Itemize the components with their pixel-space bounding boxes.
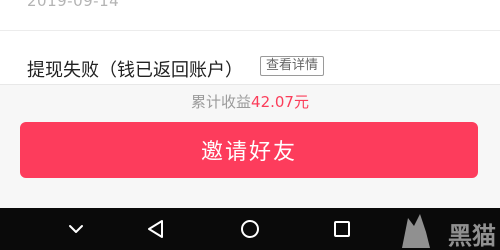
nav-home-button[interactable]	[228, 208, 272, 250]
record-divider	[0, 30, 500, 31]
watermark: 黑猫	[370, 208, 500, 250]
chevron-down-icon	[69, 225, 83, 233]
nav-recent-apps-button[interactable]	[320, 208, 364, 250]
watermark-text: 黑猫	[448, 222, 496, 250]
home-circle-icon	[241, 220, 259, 238]
recent-apps-square-icon	[334, 221, 350, 237]
nav-back-button[interactable]	[134, 208, 178, 250]
total-earnings-amount: 42.07元	[251, 93, 309, 111]
cat-logo-icon	[402, 214, 430, 248]
record-list: 2019-09-14 提现失败（钱已返回账户） 查看详情	[0, 0, 500, 84]
withdraw-status-text: 提现失败（钱已返回账户）	[27, 60, 243, 81]
nav-collapse-button[interactable]	[54, 208, 98, 250]
total-earnings: 累计收益42.07元	[0, 91, 500, 112]
back-triangle-icon	[148, 220, 163, 238]
invite-friends-button[interactable]: 邀请好友	[20, 122, 478, 178]
view-details-button[interactable]: 查看详情	[260, 56, 325, 76]
footer-panel: 累计收益42.07元 邀请好友	[0, 84, 500, 208]
total-earnings-label: 累计收益	[191, 93, 252, 111]
record-date: 2019-09-14	[27, 0, 120, 10]
